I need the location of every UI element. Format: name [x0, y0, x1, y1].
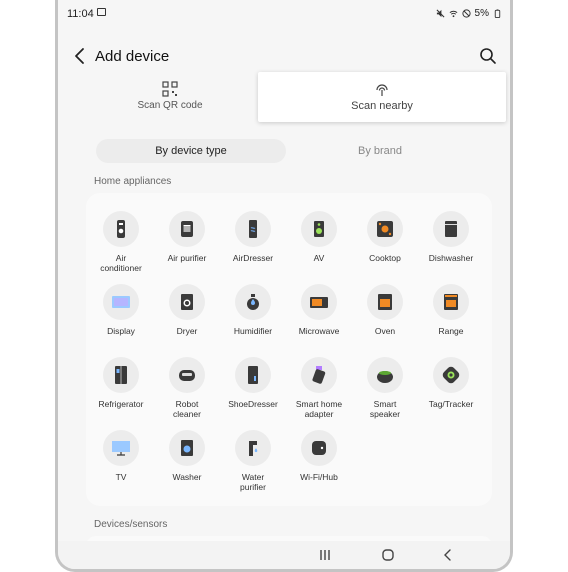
device-label: Dryer [176, 326, 198, 336]
gallery-notification-icon [97, 8, 106, 16]
scan-qr-code-tab[interactable]: Scan QR code [82, 72, 258, 122]
air-purifier-icon [169, 211, 205, 247]
device-tile[interactable]: AV [286, 211, 352, 263]
device-label: Dishwasher [428, 253, 474, 263]
smart-speaker-icon [367, 357, 403, 393]
status-bar: 11:04 5% [58, 0, 510, 26]
by-brand-button[interactable]: By brand [286, 139, 474, 163]
device-label: Microwave [298, 326, 340, 336]
device-label: AirDresser [232, 253, 274, 263]
water-purifier-icon [235, 430, 271, 466]
device-tile[interactable]: AirDresser [220, 211, 286, 263]
device-tile[interactable]: Dryer [154, 284, 220, 336]
wifi-hub-icon [301, 430, 337, 466]
refrigerator-icon [103, 357, 139, 393]
device-tile[interactable]: Smart speaker [352, 357, 418, 419]
mute-icon [436, 9, 445, 18]
device-tile[interactable]: Range [418, 284, 484, 336]
device-label: TV [115, 472, 127, 482]
device-tile[interactable]: Tag/Tracker [418, 357, 484, 409]
device-tile[interactable]: Humidifier [220, 284, 286, 336]
speaker-icon [301, 211, 337, 247]
device-tile[interactable]: Display [88, 284, 154, 336]
device-tile[interactable]: Dishwasher [418, 211, 484, 263]
do-not-disturb-icon [461, 9, 471, 18]
recent-apps-icon[interactable] [317, 547, 333, 563]
scan-tabs: Scan QR code Scan nearby [82, 72, 506, 122]
device-label: Air conditioner [100, 253, 142, 273]
device-label: Refrigerator [98, 399, 144, 409]
smart-home-adapter-icon [301, 357, 337, 393]
battery-icon [494, 9, 501, 18]
washer-icon [169, 430, 205, 466]
device-tile[interactable]: TV [88, 430, 154, 482]
device-label: Humidifier [233, 326, 273, 336]
phone-screen: 11:04 5% Add device Scan QR code Scan ne… [55, 0, 513, 572]
device-tile[interactable]: Refrigerator [88, 357, 154, 409]
cooktop-icon [367, 211, 403, 247]
device-tile[interactable]: Wi-Fi/Hub [286, 430, 352, 482]
device-label: Wi-Fi/Hub [300, 472, 338, 482]
qr-code-icon [162, 81, 178, 97]
home-icon[interactable] [380, 547, 396, 563]
device-label: Tag/Tracker [428, 399, 474, 409]
device-tile[interactable]: Smart home adapter [286, 357, 352, 419]
device-tile[interactable]: Cooktop [352, 211, 418, 263]
humidifier-icon [235, 284, 271, 320]
device-label: Display [107, 326, 135, 336]
device-label: Washer [172, 472, 202, 482]
device-label: Water purifier [240, 472, 266, 492]
home-appliances-grid: Air conditioner Air purifier AirDresser … [86, 193, 492, 506]
microwave-icon [301, 284, 337, 320]
back-arrow-icon[interactable] [68, 44, 92, 68]
device-tile[interactable]: ShoeDresser [220, 357, 286, 409]
status-icons: 5% [436, 8, 502, 19]
navigation-bar [58, 541, 510, 569]
filter-segmented-control: By device type By brand [96, 139, 474, 163]
tv-icon [103, 430, 139, 466]
device-label: Smart home adapter [295, 399, 343, 419]
section-home-appliances: Home appliances [94, 176, 172, 187]
back-nav-icon[interactable] [440, 547, 456, 563]
device-label: Range [438, 326, 464, 336]
device-label: AV [313, 253, 325, 263]
search-icon[interactable] [478, 46, 498, 66]
air-conditioner-icon [103, 211, 139, 247]
oven-icon [367, 284, 403, 320]
device-tile[interactable]: Air purifier [154, 211, 220, 263]
tag-tracker-icon [433, 357, 469, 393]
device-label: Oven [374, 326, 396, 336]
device-tile[interactable]: Washer [154, 430, 220, 482]
app-bar: Add device [58, 38, 510, 74]
scan-nearby-label: Scan nearby [351, 100, 413, 112]
scan-qr-label: Scan QR code [137, 100, 203, 111]
display-icon [103, 284, 139, 320]
dryer-icon [169, 284, 205, 320]
device-tile[interactable]: Oven [352, 284, 418, 336]
scan-nearby-tab[interactable]: Scan nearby [258, 72, 506, 122]
shoedresser-icon [235, 357, 271, 393]
wifi-icon [449, 10, 457, 18]
device-label: ShoeDresser [228, 399, 278, 409]
device-label: Smart speaker [369, 399, 401, 419]
robot-cleaner-icon [169, 357, 205, 393]
scan-nearby-icon [376, 84, 388, 96]
device-tile[interactable]: Air conditioner [88, 211, 154, 273]
device-tile[interactable]: Microwave [286, 284, 352, 336]
device-label: Robot cleaner [173, 399, 201, 419]
device-label: Cooktop [369, 253, 401, 263]
section-devices-sensors: Devices/sensors [94, 519, 168, 530]
dishwasher-icon [433, 211, 469, 247]
airdresser-icon [235, 211, 271, 247]
status-time: 11:04 [67, 8, 94, 20]
device-tile[interactable]: Robot cleaner [154, 357, 220, 419]
by-device-type-button[interactable]: By device type [96, 139, 286, 163]
battery-percent: 5% [474, 8, 489, 19]
device-tile[interactable]: Water purifier [220, 430, 286, 492]
range-icon [433, 284, 469, 320]
page-title: Add device [95, 48, 170, 65]
device-label: Air purifier [167, 253, 207, 263]
